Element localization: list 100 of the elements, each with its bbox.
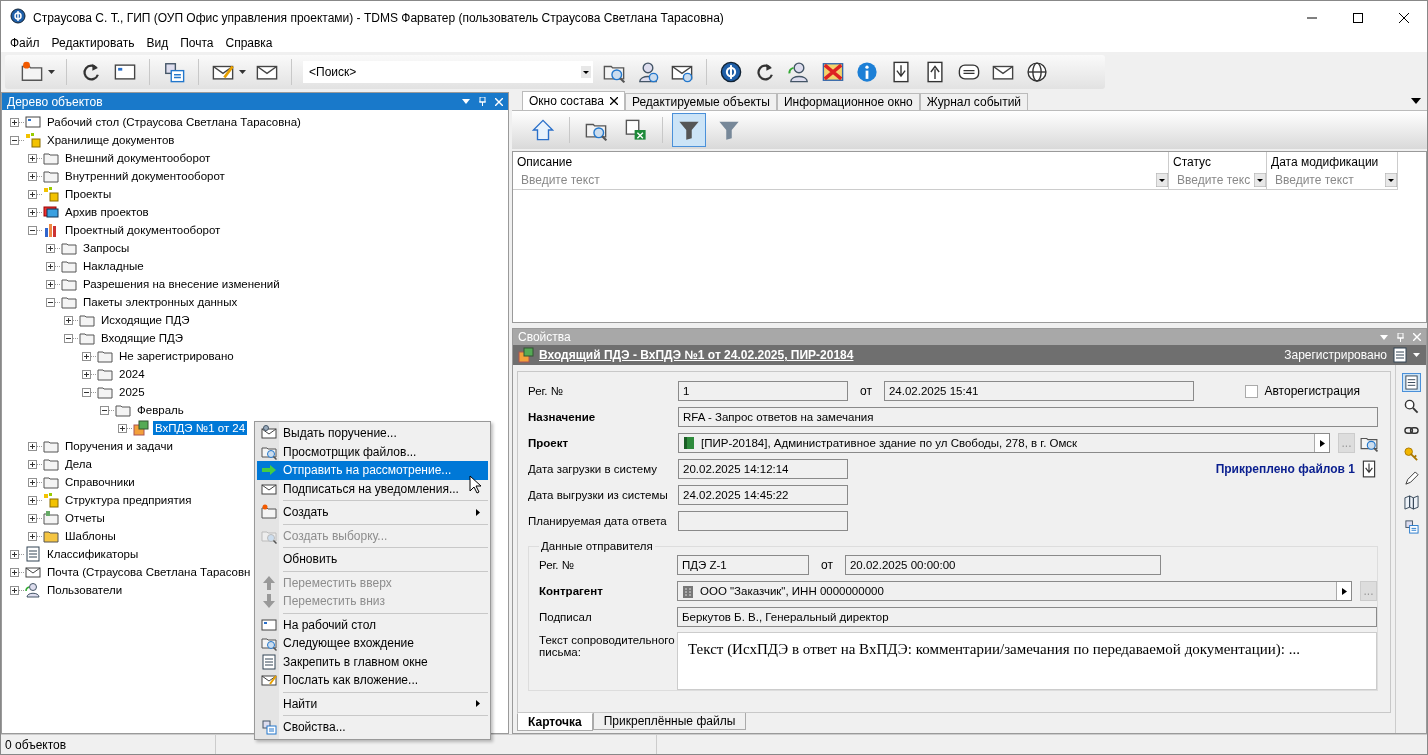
- text-field[interactable]: [678, 511, 848, 531]
- menu-item[interactable]: Закрепить в главном окне: [257, 652, 488, 671]
- tree-item[interactable]: Февраль: [135, 403, 186, 417]
- expand-toggle[interactable]: [28, 207, 37, 217]
- tree-item[interactable]: Поручения и задачи: [63, 439, 175, 453]
- menu-item[interactable]: Создать: [257, 503, 488, 522]
- menu-item[interactable]: Почта: [174, 36, 220, 50]
- reference-field[interactable]: ООО "Заказчик", ИНН 0000000000: [677, 581, 1352, 601]
- expand-toggle[interactable]: [28, 153, 37, 163]
- collapse-toggle[interactable]: [10, 135, 19, 145]
- toolbar-button[interactable]: [1024, 59, 1050, 85]
- text-field[interactable]: 20.02.2025 00:00:00: [844, 555, 1161, 575]
- tree-item[interactable]: Исходящие ПДЭ: [99, 313, 192, 327]
- expand-toggle[interactable]: [10, 567, 19, 577]
- close-icon[interactable]: [1399, 12, 1409, 23]
- menu-item[interactable]: Обновить: [257, 550, 488, 569]
- tree-item[interactable]: 2025: [117, 385, 147, 399]
- menu-item[interactable]: Просмотрщик файлов...: [257, 442, 488, 461]
- expand-toggle[interactable]: [64, 315, 73, 325]
- dropdown-arrow-icon[interactable]: [1411, 98, 1421, 104]
- pin-icon[interactable]: [479, 97, 486, 106]
- tree-item[interactable]: Отчеты: [63, 511, 107, 525]
- tree-item[interactable]: Шаблоны: [63, 529, 118, 543]
- checkbox[interactable]: [1244, 384, 1258, 398]
- tree-item[interactable]: Накладные: [81, 259, 146, 273]
- menu-item[interactable]: На рабочий стол: [257, 615, 488, 634]
- menu-item[interactable]: Послать как вложение...: [257, 671, 488, 690]
- text-field[interactable]: 24.02.2025 14:45:22: [678, 485, 848, 505]
- dropdown-arrow-icon[interactable]: [1254, 173, 1266, 187]
- text-field[interactable]: ПДЭ Z-1: [677, 555, 809, 575]
- expand-toggle[interactable]: [46, 279, 55, 289]
- tab[interactable]: Окно состава: [522, 91, 625, 110]
- tree-item[interactable]: Разрешения на внесение изменений: [81, 277, 282, 291]
- tab[interactable]: Информационное окно: [776, 93, 920, 110]
- tree-item[interactable]: Запросы: [81, 241, 132, 255]
- close-icon[interactable]: [610, 97, 618, 105]
- maximize-icon[interactable]: [1353, 12, 1363, 23]
- tree-item[interactable]: Не зарегистрировано: [117, 349, 236, 363]
- dropdown-arrow-icon[interactable]: [1385, 173, 1397, 187]
- tree-item[interactable]: Пакеты электронных данных: [81, 295, 240, 309]
- text-area[interactable]: Текст (ИсхПДЭ в ответ на ВхПДЭ: комментарии/замечания по передаваемой документации): ...: [677, 632, 1377, 690]
- tree-item[interactable]: Рабочий стол (Страусова Светлана Тарасовна): [45, 115, 303, 129]
- expand-toggle[interactable]: [82, 369, 91, 379]
- expand-toggle[interactable]: [10, 549, 19, 559]
- tree-item[interactable]: Внутренний документооборот: [63, 169, 227, 183]
- text-field[interactable]: 24.02.2025 15:41: [883, 381, 1194, 401]
- tree-item[interactable]: Справочники: [63, 475, 137, 489]
- dropdown-arrow-icon[interactable]: [239, 70, 246, 74]
- text-field[interactable]: 1: [678, 381, 848, 401]
- tree-item[interactable]: Дела: [63, 457, 94, 471]
- text-field[interactable]: 20.02.2025 14:12:14: [678, 459, 848, 479]
- filter-field[interactable]: Введите текс: [1173, 173, 1254, 187]
- tab[interactable]: Прикреплённые файлы: [592, 713, 747, 730]
- column-header[interactable]: Дата модификации: [1271, 155, 1397, 171]
- tree-item[interactable]: Архив проектов: [63, 205, 151, 219]
- tab[interactable]: Карточка: [517, 713, 593, 731]
- expand-toggle[interactable]: [82, 351, 91, 361]
- dropdown-arrow-icon[interactable]: [1156, 173, 1168, 187]
- expand-toggle[interactable]: [46, 261, 55, 271]
- expand-toggle[interactable]: [28, 531, 37, 541]
- menu-item[interactable]: Отправить на рассмотрение...: [257, 461, 488, 480]
- menu-item[interactable]: Свойства...: [257, 718, 488, 737]
- filter-field[interactable]: Введите текст: [517, 173, 1156, 187]
- collapse-toggle[interactable]: [64, 333, 73, 343]
- collapse-toggle[interactable]: [28, 225, 37, 235]
- reference-field[interactable]: [ПИР-20184], Административное здание по ул Свободы, 278, в г. Омск: [678, 433, 1330, 453]
- menu-item[interactable]: Вид: [140, 36, 175, 50]
- expand-toggle[interactable]: [28, 495, 37, 505]
- text-field[interactable]: RFA - Запрос ответов на замечания: [678, 407, 1378, 427]
- expand-toggle[interactable]: [28, 441, 37, 451]
- expand-toggle[interactable]: [118, 423, 127, 433]
- tree-item[interactable]: Структура предприятия: [63, 493, 194, 507]
- tree-item[interactable]: 2024: [117, 367, 147, 381]
- tree-item[interactable]: Входящие ПДЭ: [99, 331, 186, 345]
- menu-item[interactable]: Подписаться на уведомления...: [257, 479, 488, 498]
- expand-toggle[interactable]: [28, 513, 37, 523]
- collapse-toggle[interactable]: [46, 297, 55, 307]
- menu-item[interactable]: Файл: [4, 36, 46, 50]
- column-header[interactable]: Описание: [517, 155, 1168, 171]
- tab[interactable]: Журнал событий: [919, 93, 1029, 110]
- expand-toggle[interactable]: [28, 171, 37, 181]
- menu-item[interactable]: Следующее вхождение: [257, 634, 488, 653]
- menu-item[interactable]: Выдать поручение...: [257, 424, 488, 443]
- menu-item[interactable]: Редактировать: [45, 36, 141, 50]
- expand-toggle[interactable]: [28, 459, 37, 469]
- filter-field[interactable]: Введите текст: [1271, 173, 1385, 187]
- tree-item[interactable]: Хранилище документов: [45, 133, 177, 147]
- menu-item[interactable]: Справка: [219, 36, 279, 50]
- tab[interactable]: Редактируемые объекты: [625, 93, 777, 110]
- object-title-link[interactable]: Входящий ПДЭ - ВхПДЭ №1 от 24.02.2025, ПИР-20184: [539, 348, 854, 362]
- text-field[interactable]: Беркутов Б. В., Генеральный директор: [677, 607, 1377, 627]
- collapse-toggle[interactable]: [100, 405, 109, 415]
- tree-item[interactable]: Проекты: [63, 187, 114, 201]
- expand-toggle[interactable]: [10, 117, 19, 127]
- collapse-toggle[interactable]: [82, 387, 91, 397]
- expand-toggle[interactable]: [10, 585, 19, 595]
- dropdown-arrow-icon[interactable]: [48, 70, 55, 74]
- search-field[interactable]: <Поиск>: [303, 61, 593, 83]
- tree-item[interactable]: Классификаторы: [45, 547, 141, 561]
- attached-files-link[interactable]: Прикреплено файлов 1: [1215, 462, 1355, 476]
